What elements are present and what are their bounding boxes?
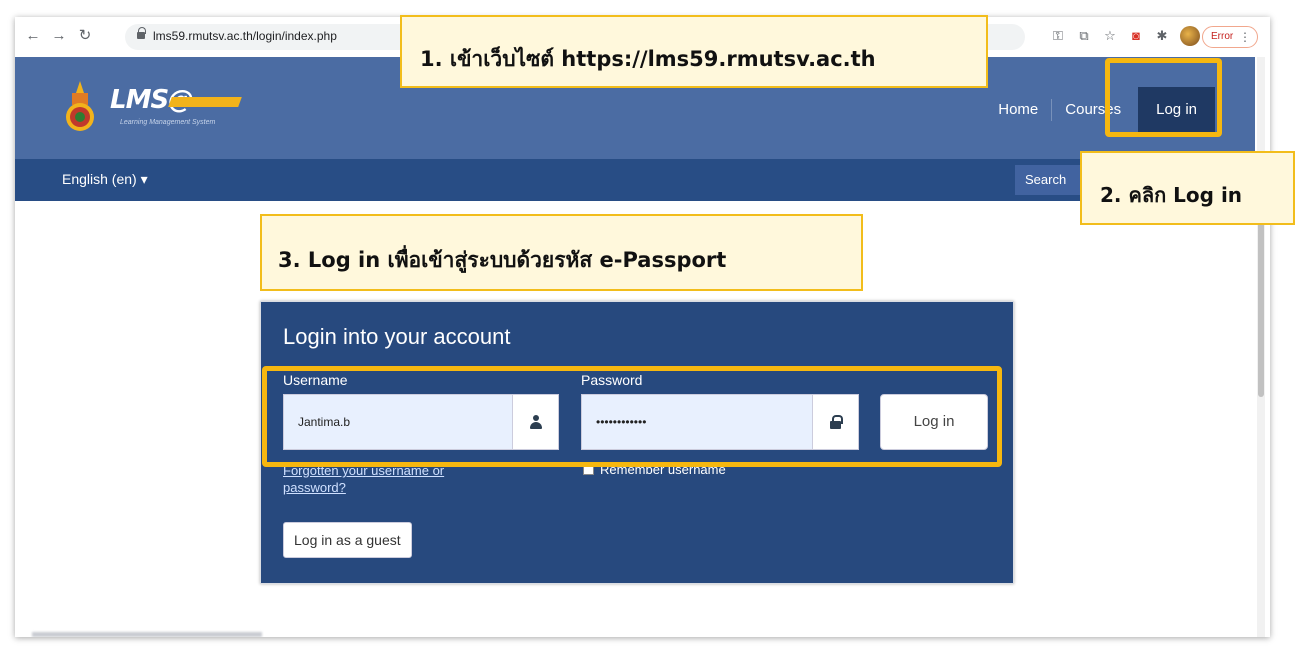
lock-icon <box>137 27 146 39</box>
secondary-navbar: English (en) ▾ Search <box>15 159 1255 201</box>
screenshot-frame: ← → ↻ lms59.rmutsv.ac.th/login/index.php… <box>15 17 1270 637</box>
logo-tag <box>168 97 242 107</box>
nav-home[interactable]: Home <box>985 90 1051 130</box>
guest-login-button[interactable]: Log in as a guest <box>283 522 412 558</box>
footer-text-blurred <box>32 632 262 637</box>
profile-avatar[interactable] <box>1180 26 1200 46</box>
forgot-password-link[interactable]: Forgotten your username or password? <box>283 462 503 496</box>
caret-down-icon: ▾ <box>140 171 148 187</box>
logo-subtitle: Learning Management System <box>120 119 216 126</box>
callout-step-3: 3. Log in เพื่อเข้าสู่ระบบด้วยรหัส e-Pas… <box>260 214 863 291</box>
key-icon[interactable]: ⚿ <box>1050 26 1066 46</box>
highlight-login-button <box>1105 58 1222 137</box>
pocket-icon[interactable]: ◙ <box>1128 26 1144 46</box>
language-label: English (en) <box>62 171 137 187</box>
callout-step-2: 2. คลิก Log in <box>1080 151 1295 225</box>
url-text: lms59.rmutsv.ac.th/login/index.php <box>153 29 337 43</box>
star-icon[interactable]: ☆ <box>1102 26 1118 46</box>
translate-icon[interactable]: ⧉ <box>1076 26 1092 46</box>
site-logo[interactable]: LMS@ Learning Management System <box>60 69 280 141</box>
login-title: Login into your account <box>283 324 511 349</box>
back-icon[interactable]: ← <box>23 26 43 46</box>
highlight-login-fields <box>262 366 1002 467</box>
reload-icon[interactable]: ↻ <box>75 26 95 46</box>
scrollbar-thumb[interactable] <box>1258 197 1264 397</box>
puzzle-icon[interactable]: ✱ <box>1154 26 1170 46</box>
extension-icons: ⚿ ⧉ ☆ ◙ ✱ <box>1050 26 1200 46</box>
forward-icon[interactable]: → <box>49 26 69 46</box>
callout-step-1: 1. เข้าเว็บไซต์ https://lms59.rmutsv.ac.… <box>400 15 988 88</box>
error-badge[interactable]: Error <box>1202 26 1258 48</box>
language-menu[interactable]: English (en) ▾ <box>62 171 148 188</box>
page-scrollbar[interactable] <box>1257 57 1265 637</box>
emblem-icon <box>66 81 94 131</box>
